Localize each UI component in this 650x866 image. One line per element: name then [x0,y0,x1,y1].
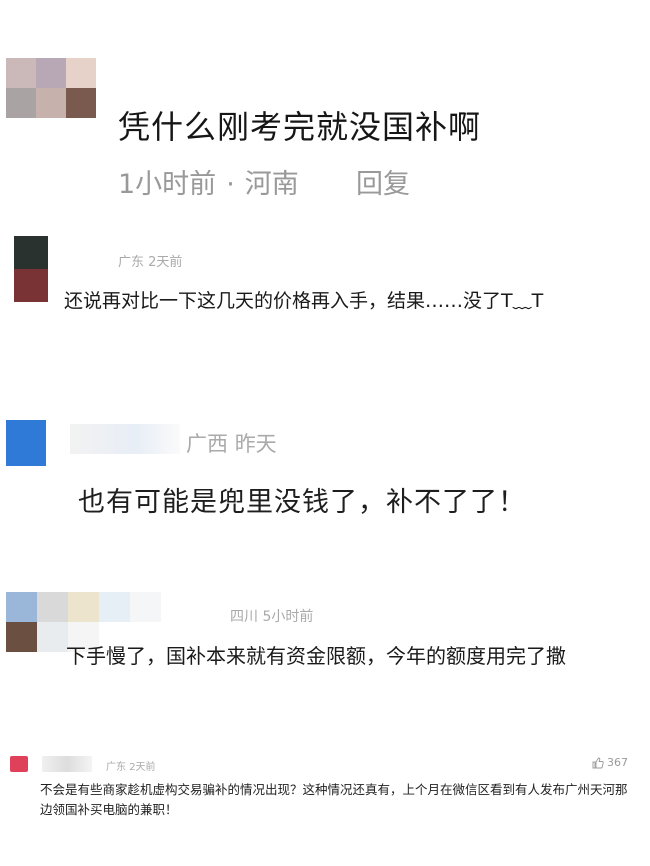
comment-location: 四川 [230,609,258,625]
comment-time: 2天前 [129,762,156,773]
like-count: 367 [607,756,628,769]
comment-location: 广东 [106,762,126,773]
blurred-username[interactable] [70,424,180,454]
meta-separator: · [226,169,235,200]
avatar-tile [36,58,66,88]
comment-location: 广东 [118,255,145,270]
reply-button[interactable]: 回复 [356,162,410,201]
avatar[interactable] [6,58,96,118]
avatar-tile [6,88,36,118]
avatar-tile [99,592,130,622]
comment-text: 下手慢了，国补本来就有资金限额，今年的额度用完了撒 [66,644,566,668]
avatar-tile [66,88,96,118]
avatar[interactable] [10,756,28,772]
comment-meta: 广西 昨天 [186,428,277,458]
comment-meta: 广东 2天前 [118,251,182,270]
avatar-tile [14,236,48,269]
comment-meta: 广东 2天前 [106,758,156,773]
comment-text: 凭什么刚考完就没国补啊 [118,108,482,146]
avatar-tile [6,58,36,88]
like-button[interactable]: 367 [592,756,628,769]
thumbs-up-icon [592,757,604,769]
avatar-tile [37,622,68,652]
avatar[interactable] [6,420,46,466]
comment-meta: 1小时前 · 河南 [118,162,299,201]
avatar[interactable] [14,236,48,302]
avatar-tile [36,88,66,118]
comment-time: 2天前 [148,255,183,270]
comment-time: 1小时前 [118,169,217,200]
avatar-tile [6,592,37,622]
blurred-username[interactable] [42,756,92,772]
comment-time: 昨天 [234,432,277,456]
comment-location: 广西 [186,432,228,456]
comment-text: 不会是有些商家趁机虚构交易骗补的情况出现？这种情况还真有，上个月在微信区看到有人… [40,782,628,817]
comment-text: 还说再对比一下这几天的价格再入手，结果……没了T﹏T [64,290,544,312]
avatar-tile [68,592,99,622]
comment-time: 5小时前 [262,609,314,625]
avatar-tile [37,592,68,622]
comment-text: 也有可能是兜里没钱了，补不了了！ [78,487,526,518]
avatar-tile [6,622,37,652]
avatar-tile [66,58,96,88]
comment-location: 河南 [244,169,299,200]
avatar-tile [14,269,48,302]
comment-meta: 四川 5小时前 [230,606,313,626]
avatar-tile [130,592,161,622]
